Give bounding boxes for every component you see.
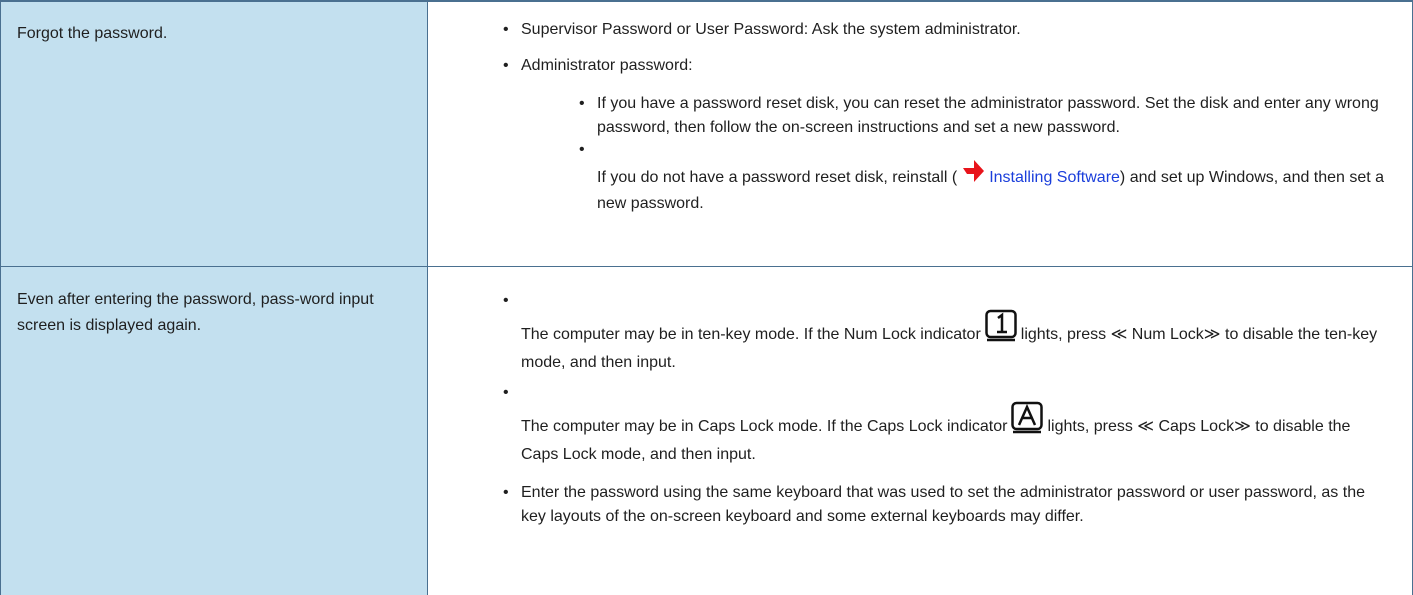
solution-cell: • The computer may be in ten-key mode. I…	[428, 267, 1413, 595]
list-item: • Administrator password:	[521, 54, 1392, 78]
admin-sublist: • If you have a password reset disk, you…	[428, 92, 1412, 216]
solution-cell: • Supervisor Password or User Password: …	[428, 1, 1413, 267]
installing-software-link[interactable]: Installing Software	[989, 169, 1120, 186]
bullet: •	[503, 381, 509, 405]
bullet: •	[503, 289, 509, 313]
troubleshooting-table: Forgot the password. • Supervisor Passwo…	[0, 0, 1413, 595]
reset-disk-text: If you have a password reset disk, you c…	[597, 95, 1379, 136]
numlock-text-before: The computer may be in ten-key mode. If …	[521, 326, 981, 343]
bullet: •	[503, 18, 509, 42]
problem-text: Even after entering the password, pass-w…	[1, 267, 417, 339]
table-row: Even after entering the password, pass-w…	[1, 267, 1413, 595]
list-item: • Enter the password using the same keyb…	[521, 481, 1392, 529]
problem-cell: Forgot the password.	[1, 1, 428, 267]
problem-cell: Even after entering the password, pass-w…	[1, 267, 428, 595]
num-lock-indicator-icon	[985, 309, 1017, 351]
red-arrow-icon	[961, 158, 985, 192]
bullet: •	[503, 481, 509, 505]
capslock-text-before: The computer may be in Caps Lock mode. I…	[521, 418, 1007, 435]
no-disk-text-before: If you do not have a password reset disk…	[597, 169, 957, 186]
solution-list: • The computer may be in ten-key mode. I…	[428, 267, 1412, 529]
supervisor-text: Supervisor Password or User Password: As…	[521, 21, 1021, 38]
list-item: • The computer may be in ten-key mode. I…	[521, 309, 1392, 375]
table-row: Forgot the password. • Supervisor Passwo…	[1, 1, 1413, 267]
list-item: • Supervisor Password or User Password: …	[521, 18, 1392, 42]
solution-list: • Supervisor Password or User Password: …	[428, 2, 1412, 78]
list-item: • The computer may be in Caps Lock mode.…	[521, 401, 1392, 467]
caps-lock-indicator-icon	[1011, 401, 1043, 443]
admin-text: Administrator password:	[521, 57, 693, 74]
list-item: • If you have a password reset disk, you…	[597, 92, 1398, 140]
bullet: •	[579, 138, 585, 162]
keyboard-text: Enter the password using the same keyboa…	[521, 484, 1365, 525]
problem-text: Forgot the password.	[1, 2, 417, 47]
bullet: •	[503, 54, 509, 78]
list-item: • If you do not have a password reset di…	[597, 158, 1398, 216]
bullet: •	[579, 92, 585, 116]
